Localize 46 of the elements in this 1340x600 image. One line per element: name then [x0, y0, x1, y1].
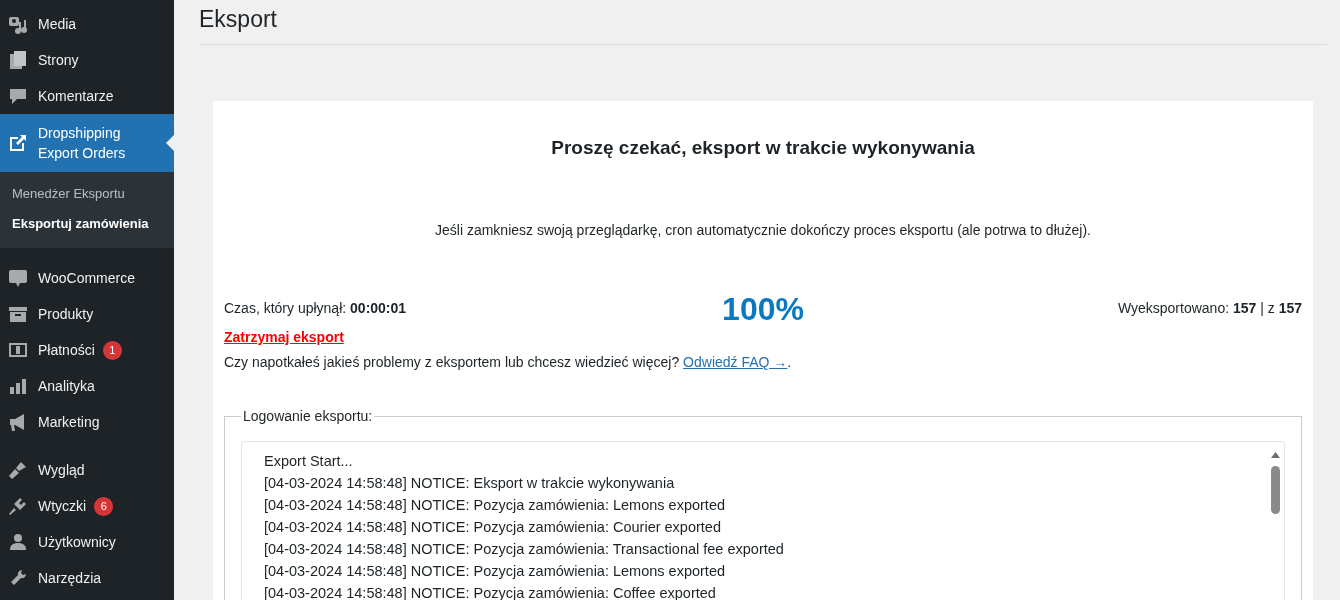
log-line: [04-03-2024 14:58:48] NOTICE: Pozycja zamówienia: Lemons exported [264, 561, 727, 581]
chat-bubble-icon [8, 268, 28, 288]
info-text: Jeśli zamkniesz swoją przeglądarkę, cron automatycznie dokończy proces eksportu (ale potrwa to dłużej). [434, 220, 1092, 240]
log-line: Export Start... [264, 451, 354, 471]
menu-item[interactable]: Media [0, 6, 174, 42]
elapsed-time: Czas, który upłynął: 00:00:01 [224, 299, 408, 319]
menu-item[interactable]: Marketing [0, 404, 174, 440]
scrollbar-thumb[interactable] [1271, 465, 1280, 514]
exported-count: Wyeksportowano: 157 | z 157 [1116, 299, 1302, 319]
user-icon [8, 532, 28, 552]
log-line: [04-03-2024 14:58:48] NOTICE: Pozycja zamówienia: Coffee exported [264, 583, 717, 600]
page-title: Eksport [199, 4, 1327, 45]
count-badge: 1 [102, 340, 122, 360]
panel-heading: Proszę czekać, eksport w trakcie wykonywania [550, 137, 976, 160]
faq-link[interactable]: Odwiedź FAQ → [683, 353, 788, 370]
menu-item[interactable]: Użytkownicy [0, 524, 174, 560]
plug-icon [8, 496, 28, 516]
menu-item[interactable]: Analityka [0, 368, 174, 404]
menu-item[interactable]: Wtyczki 6 [0, 488, 174, 524]
external-link-icon [8, 133, 28, 153]
log-line: [04-03-2024 14:58:48] NOTICE: Pozycja zamówienia: Lemons exported [264, 495, 727, 515]
log-legend: Logowanie eksportu: [241, 405, 375, 427]
menu-item[interactable]: Narzędzia [0, 560, 174, 596]
progress-percent: 100% [722, 292, 804, 325]
stop-export-link[interactable]: Zatrzymaj eksport [224, 328, 344, 345]
paintbrush-icon [8, 460, 28, 480]
menu-item[interactable]: WooCommerce [0, 260, 174, 296]
comment-icon [8, 86, 28, 106]
menu-item[interactable]: Produkty [0, 296, 174, 332]
log-line: [04-03-2024 14:58:48] NOTICE: Pozycja zamówienia: Courier exported [264, 517, 722, 537]
archive-box-icon [8, 304, 28, 324]
scroll-up-icon[interactable] [1271, 451, 1280, 458]
faq-text: Czy napotkałeś jakieś problemy z eksportem lub chcesz wiedzieć więcej? Odwiedź FAQ →. [224, 352, 793, 372]
menu-item[interactable]: Wygląd [0, 452, 174, 488]
menu-item[interactable]: Płatności 1 [0, 332, 174, 368]
menu-item[interactable]: Komentarze [0, 78, 174, 114]
count-badge: 6 [94, 496, 114, 516]
pages-icon [8, 50, 28, 70]
menu-item[interactable]: Strony [0, 42, 174, 78]
log-line: [04-03-2024 14:58:48] NOTICE: Pozycja zamówienia: Transactional fee exported [264, 539, 785, 559]
submenu-item[interactable]: Menedżer Eksportu [0, 179, 174, 209]
log-line: [04-03-2024 14:58:48] NOTICE: Eksport w trakcie wykonywania [264, 473, 676, 493]
submenu-item[interactable]: Eksportuj zamówienia [0, 208, 174, 238]
menu-item[interactable]: Dropshipping Export Orders [0, 114, 174, 172]
bar-chart-icon [8, 376, 28, 396]
media-icon [8, 14, 28, 34]
